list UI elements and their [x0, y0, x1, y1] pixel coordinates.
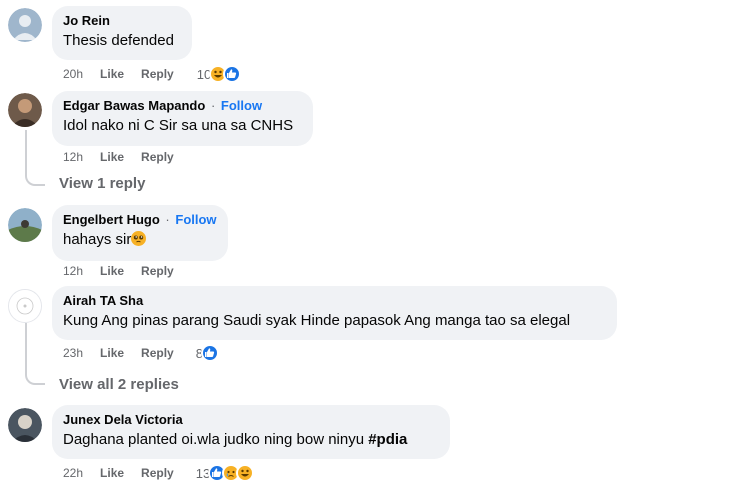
comment-time[interactable]: 12h — [63, 150, 83, 164]
comment-bubble: Airah TA Sha Kung Ang pinas parang Saudi… — [52, 286, 617, 340]
comment-text: Idol nako ni C Sir sa una sa CNHS — [63, 117, 294, 134]
author-name[interactable]: Engelbert Hugo — [63, 212, 160, 227]
separator-dot: · — [165, 212, 170, 227]
comment-bubble: Junex Dela Victoria Daghana planted oi.w… — [52, 405, 450, 459]
thread-line — [25, 323, 45, 385]
comment-bubble: Edgar Bawas Mapando · Follow Idol nako n… — [52, 91, 313, 146]
comment-text: Kung Ang pinas parang Saudi syak Hinde p… — [63, 312, 571, 329]
like-icon — [200, 344, 219, 362]
comment-time[interactable]: 12h — [63, 264, 83, 278]
hashtag-link[interactable]: #pdia — [368, 431, 407, 448]
thread-line — [25, 130, 45, 186]
like-button[interactable]: Like — [100, 67, 124, 81]
view-replies-link[interactable]: View all 2 replies — [59, 376, 179, 393]
avatar[interactable] — [8, 8, 42, 42]
pleading-face-icon — [131, 231, 147, 246]
follow-button[interactable]: Follow — [221, 98, 262, 113]
reaction-summary[interactable]: 8 — [196, 344, 219, 362]
avatar[interactable] — [8, 208, 42, 242]
view-replies-link[interactable]: View 1 reply — [59, 175, 145, 192]
like-icon — [223, 65, 242, 83]
comment-time[interactable]: 22h — [63, 466, 83, 480]
comment-author: Edgar Bawas Mapando · Follow — [63, 97, 301, 114]
comment-text-body: Daghana planted oi.wla judko ning bow ni… — [63, 431, 369, 448]
reply-button[interactable]: Reply — [141, 150, 174, 164]
comment-time[interactable]: 20h — [63, 67, 83, 81]
reaction-summary[interactable]: 13 — [196, 464, 255, 482]
avatar[interactable] — [8, 408, 42, 442]
avatar[interactable] — [8, 289, 42, 323]
comment-actions: 12h Like Reply — [63, 262, 191, 280]
comment-author: Junex Dela Victoria — [63, 411, 438, 428]
comment-text: Daghana planted oi.wla judko ning bow ni… — [63, 430, 438, 450]
reply-button[interactable]: Reply — [141, 466, 174, 480]
comment-text: hahays sir — [63, 230, 216, 250]
comment-text: Thesis defended — [63, 32, 174, 49]
reply-button[interactable]: Reply — [141, 346, 174, 360]
author-name[interactable]: Airah TA Sha — [63, 293, 143, 308]
reply-button[interactable]: Reply — [141, 67, 174, 81]
comment-bubble: Engelbert Hugo · Follow hahays sir — [52, 205, 228, 261]
avatar[interactable] — [8, 93, 42, 127]
comment-actions: 12h Like Reply — [63, 148, 191, 166]
comment-author[interactable]: Jo Rein — [63, 12, 180, 29]
like-button[interactable]: Like — [100, 466, 124, 480]
comment-text-body: hahays sir — [63, 231, 132, 248]
separator-dot: · — [210, 98, 216, 113]
comment-author: Engelbert Hugo · Follow — [63, 211, 217, 228]
comment-bubble: Jo Rein Thesis defended — [52, 6, 192, 60]
follow-button[interactable]: Follow — [175, 212, 216, 227]
reaction-summary[interactable]: 10 — [197, 65, 242, 83]
like-button[interactable]: Like — [100, 264, 124, 278]
haha-icon — [236, 464, 255, 482]
author-name[interactable]: Edgar Bawas Mapando — [63, 98, 205, 113]
author-name[interactable]: Junex Dela Victoria — [63, 412, 183, 427]
comment-author: Airah TA Sha — [63, 292, 605, 309]
comment-actions: 22h Like Reply 13 — [63, 464, 255, 482]
comment-actions: 20h Like Reply 10 — [63, 65, 242, 83]
like-button[interactable]: Like — [100, 150, 124, 164]
comment-actions: 23h Like Reply 8 — [63, 344, 219, 362]
reply-button[interactable]: Reply — [141, 264, 174, 278]
comment-time[interactable]: 23h — [63, 346, 83, 360]
like-button[interactable]: Like — [100, 346, 124, 360]
